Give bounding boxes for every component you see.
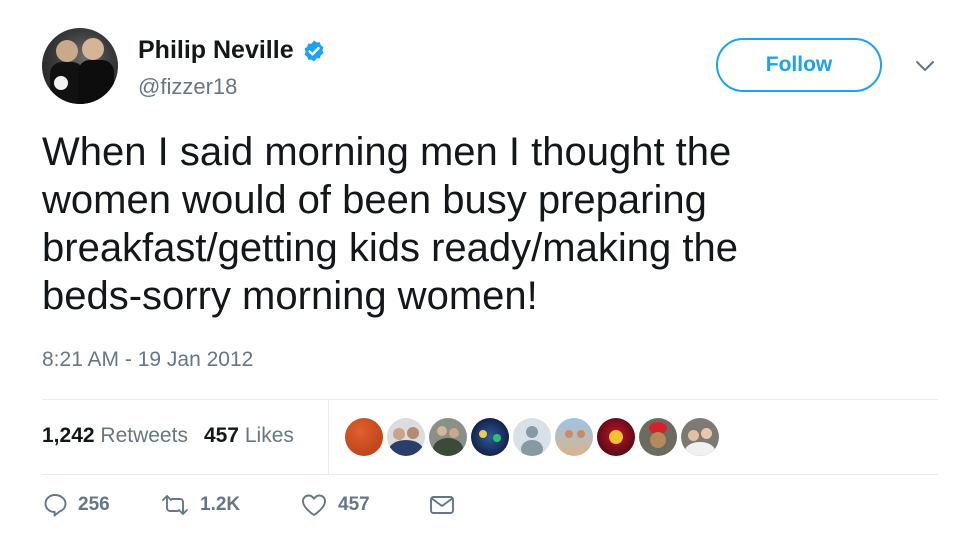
like-count: 457 <box>338 494 370 515</box>
user-avatar[interactable] <box>42 28 118 104</box>
beach-photo-avatar[interactable] <box>555 418 593 456</box>
avatar-figure-right <box>78 60 114 104</box>
retweets-count: 1,242 <box>42 424 95 447</box>
retweets-stat[interactable]: 1,242 Retweets <box>42 424 188 448</box>
team-photo-avatar[interactable] <box>429 418 467 456</box>
user-name-row: Philip Neville <box>138 36 326 65</box>
orange-avatar[interactable] <box>345 418 383 456</box>
retweet-count: 1.2K <box>200 494 241 515</box>
retweets-label: Retweets <box>100 424 188 447</box>
chevron-down-icon[interactable] <box>914 58 936 74</box>
couple-photo-avatar[interactable] <box>681 418 719 456</box>
santa-hat-avatar[interactable] <box>639 418 677 456</box>
reply-icon <box>44 494 67 517</box>
avatar-football <box>54 76 68 90</box>
likes-count: 457 <box>203 424 239 447</box>
reply-count: 256 <box>78 494 110 515</box>
like-button[interactable]: 457 <box>300 492 428 518</box>
divider-bottom <box>42 474 938 475</box>
follow-button[interactable]: Follow <box>716 38 882 92</box>
verified-badge-icon <box>304 40 324 61</box>
divider-top <box>42 399 938 400</box>
tweet-timestamp[interactable]: 8:21 AM - 19 Jan 2012 <box>42 348 253 372</box>
envelope-icon <box>430 496 454 514</box>
user-handle[interactable]: @fizzer18 <box>138 74 237 100</box>
retweet-icon <box>162 495 188 515</box>
direct-message-button[interactable] <box>428 492 456 518</box>
engagement-stats: 1,242 Retweets 457 Likes <box>42 424 294 448</box>
default-profile-avatar[interactable] <box>513 418 551 456</box>
group-photo-avatar[interactable] <box>387 418 425 456</box>
avatar-head-left <box>56 40 78 62</box>
reply-button[interactable]: 256 <box>42 492 160 518</box>
tweet-text: When I said morning men I thought the wo… <box>42 130 738 318</box>
likes-stat[interactable]: 457 Likes <box>204 424 294 448</box>
heart-icon <box>302 494 326 516</box>
crowd-photo-avatar[interactable] <box>471 418 509 456</box>
tweet-actions: 256 1.2K 457 <box>42 492 456 518</box>
likes-label: Likes <box>244 424 294 447</box>
retweet-button[interactable]: 1.2K <box>160 492 300 518</box>
stats-divider <box>328 400 329 474</box>
user-display-name[interactable]: Philip Neville <box>138 36 294 65</box>
likers-avatar-list <box>345 418 719 456</box>
club-crest-avatar[interactable] <box>597 418 635 456</box>
avatar-head-right <box>82 38 104 60</box>
